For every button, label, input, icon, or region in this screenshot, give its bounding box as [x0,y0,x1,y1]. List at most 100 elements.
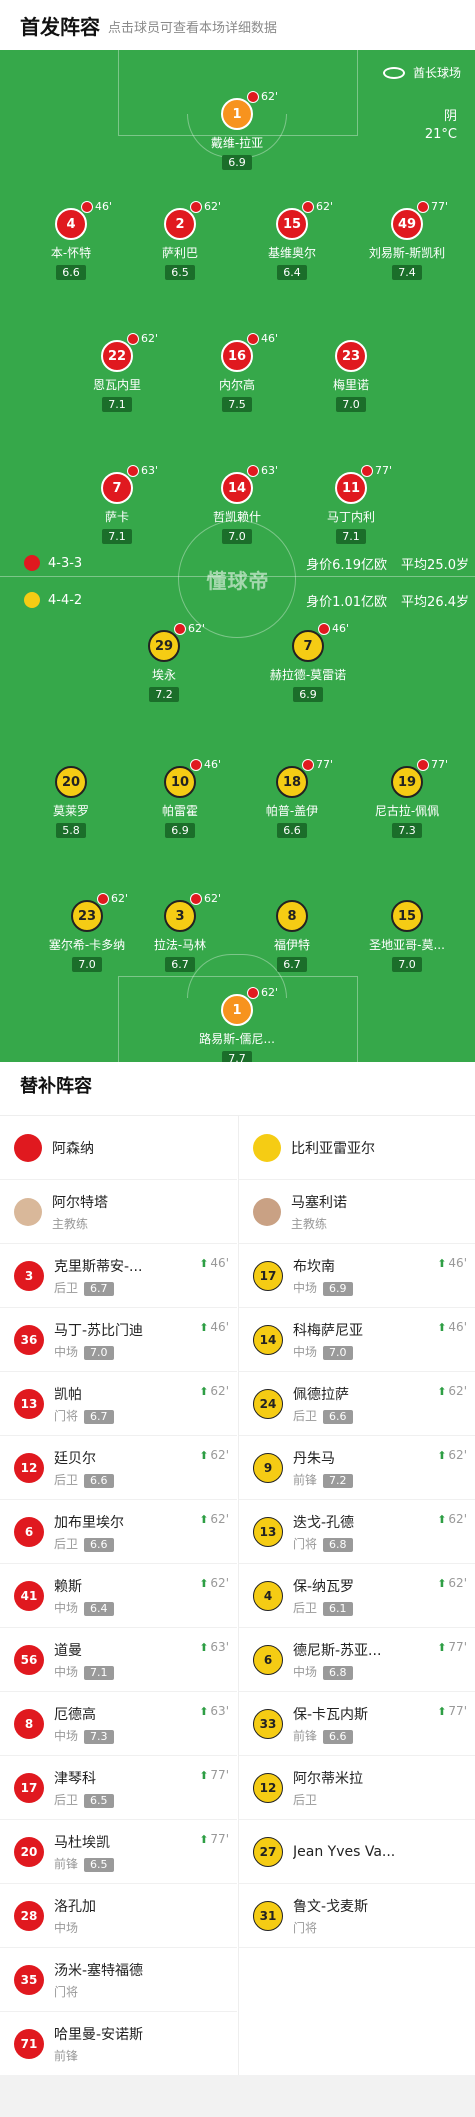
pitch-player[interactable]: 1 62' 戴维-拉亚 6.9 [187,90,287,170]
home-team-row[interactable]: 阿森纳 [0,1116,237,1180]
sub-off-icon [190,200,202,213]
sub-on-indicator: ⬆ 77' [437,1704,467,1718]
player-name: 梅里诺 [332,378,369,392]
pitch-player[interactable]: 23 梅里诺 7.0 [301,340,401,412]
sub-player-row[interactable]: 6 德尼斯-苏亚... 中场 6.8 ⬆ 77' [239,1628,475,1692]
pitch-player[interactable]: 20 莫莱罗 5.8 [21,766,121,838]
away-team-row[interactable]: 比利亚雷亚尔 [239,1116,475,1180]
sub-player-row[interactable]: 17 津琴科 后卫 6.5 ⬆ 77' [0,1756,237,1820]
pitch-player[interactable]: 11 77' 马丁内利 7.1 [301,464,401,544]
sub-off-icon [247,332,259,345]
sub-player-row[interactable]: 36 马丁-苏比门迪 中场 7.0 ⬆ 46' [0,1308,237,1372]
sub-rating: 7.0 [323,1345,353,1360]
sub-name: 佩德拉萨 [293,1386,349,1403]
sub-player-row[interactable]: 13 迭戈-孔德 门将 6.8 ⬆ 62' [239,1500,475,1564]
sub-player-row[interactable]: 28 洛孔加 中场 [0,1884,237,1948]
pitch-player[interactable]: 22 62' 恩瓦内里 7.1 [67,332,167,412]
pitch-player[interactable]: 49 77' 刘易斯-斯凯利 7.4 [357,200,457,280]
sub-name: 马丁-苏比门迪 [54,1322,144,1339]
sub-position: 门将 [54,1408,79,1423]
sub-position: 后卫 [293,1792,318,1807]
pitch-player[interactable]: 14 63' 哲凯赖什 7.0 [187,464,287,544]
sub-position: 中场 [54,1920,79,1935]
sub-player-row[interactable]: 12 廷贝尔 后卫 6.6 ⬆ 62' [0,1436,237,1500]
sub-player-row[interactable]: 27 Jean Yves Va... [239,1820,475,1884]
sub-off-icon [127,464,139,477]
sub-player-row[interactable]: 33 保-卡瓦内斯 前锋 6.6 ⬆ 77' [239,1692,475,1756]
sub-player-row[interactable]: 9 丹朱马 前锋 7.2 ⬆ 62' [239,1436,475,1500]
sub-minute: 63' [261,464,279,477]
sub-rating: 7.3 [84,1729,114,1744]
sub-player-row[interactable]: 12 阿尔蒂米拉 后卫 [239,1756,475,1820]
sub-minute: 62' [261,90,279,103]
sub-rating: 6.6 [84,1473,114,1488]
sub-rating: 6.6 [323,1409,353,1424]
sub-rating: 6.1 [323,1601,353,1616]
pitch-player[interactable]: 15 62' 基维奥尔 6.4 [242,200,342,280]
pitch-player[interactable]: 23 62' 塞尔希-卡多纳 7.0 [37,892,137,972]
sub-player-row[interactable]: 24 佩德拉萨 后卫 6.6 ⬆ 62' [239,1372,475,1436]
away-coach-row[interactable]: 马塞利诺 主教练 [239,1180,475,1244]
sub-on-icon: ⬆ [437,1576,447,1590]
stadium-name: 酋长球场 [412,66,461,80]
sub-player-row[interactable]: 71 哈里曼-安诺斯 前锋 [0,2012,237,2076]
sub-player-row[interactable]: 56 道曼 中场 7.1 ⬆ 63' [0,1628,237,1692]
sub-position: 门将 [54,1984,79,1999]
sub-player-row[interactable]: 41 赖斯 中场 6.4 ⬆ 62' [0,1564,237,1628]
sub-number: 56 [14,1644,44,1675]
sub-player-row[interactable]: 8 厄德高 中场 7.3 ⬆ 63' [0,1692,237,1756]
sub-player-row[interactable]: 35 汤米-塞特福德 门将 [0,1948,237,2012]
sub-indicator: 63' [127,464,158,477]
sub-number: 27 [253,1836,283,1867]
sub-player-row[interactable]: 13 凯帕 门将 6.7 ⬆ 62' [0,1372,237,1436]
sub-minute: 77' [375,464,393,477]
sub-player-row[interactable]: 14 科梅萨尼亚 中场 7.0 ⬆ 46' [239,1308,475,1372]
footer-space [0,2075,475,2117]
sub-position: 中场 [293,1344,318,1359]
pitch-player[interactable]: 2 62' 萨利巴 6.5 [130,200,230,280]
sub-number: 71 [14,2028,44,2059]
sub-rating: 6.8 [323,1537,353,1552]
pitch-player[interactable]: 29 62' 埃永 7.2 [114,622,214,702]
sub-position: 后卫 [293,1408,318,1423]
pitch-player[interactable]: 1 62' 路易斯-儒尼... 7.7 [187,986,287,1062]
sub-player-row[interactable]: 31 鲁文-戈麦斯 门将 [239,1884,475,1948]
page-title: 首发阵容 [20,14,100,39]
home-coach-row[interactable]: 阿尔特塔 主教练 [0,1180,237,1244]
pitch-player[interactable]: 15 圣地亚哥-莫... 7.0 [357,900,457,972]
player-rating: 7.7 [222,1051,252,1062]
pitch-player[interactable]: 3 62' 拉法-马林 6.7 [130,892,230,972]
pitch-player[interactable]: 8 福伊特 6.7 [242,900,342,972]
player-name: 恩瓦内里 [92,378,141,392]
home-team-name: 阿森纳 [52,1140,94,1157]
pitch-player[interactable]: 7 63' 萨卡 7.1 [67,464,167,544]
sub-indicator: 62' [247,986,278,999]
sub-on-icon: ⬆ [199,1768,209,1782]
sub-player-row[interactable]: 4 保-纳瓦罗 后卫 6.1 ⬆ 62' [239,1564,475,1628]
sub-indicator: 46' [190,758,221,771]
sub-player-row[interactable]: 17 布坎南 中场 6.9 ⬆ 46' [239,1244,475,1308]
sub-minute: 46' [261,332,279,345]
sub-player-row[interactable]: 6 加布里埃尔 后卫 6.6 ⬆ 62' [0,1500,237,1564]
pitch-player[interactable]: 10 46' 帕雷霍 6.9 [130,758,230,838]
sub-minute: 46' [95,200,113,213]
sub-player-row[interactable]: 3 克里斯蒂安-... 后卫 6.7 ⬆ 46' [0,1244,237,1308]
player-name: 帕雷霍 [161,804,198,818]
sub-on-icon: ⬆ [437,1512,447,1526]
sub-name: 廷贝尔 [54,1450,96,1467]
away-team-info: 4-4-2 身价1.01亿欧 平均26.4岁 [24,590,469,610]
pitch-player[interactable]: 4 46' 本-怀特 6.6 [21,200,121,280]
player-name: 戴维-拉亚 [210,136,264,150]
pitch-player[interactable]: 7 46' 赫拉德-莫雷诺 6.9 [258,622,358,702]
sub-player-row[interactable]: 20 马杜埃凯 前锋 6.5 ⬆ 77' [0,1820,237,1884]
sub-on-indicator: ⬆ 77' [437,1640,467,1654]
sub-number: 3 [14,1260,44,1291]
away-formation: 4-4-2 [48,592,83,608]
player-rating: 7.0 [222,529,252,544]
sub-on-icon: ⬆ [199,1832,209,1846]
pitch-player[interactable]: 16 46' 内尔高 7.5 [187,332,287,412]
pitch-player[interactable]: 18 77' 帕普-盖伊 6.6 [242,758,342,838]
sub-rating: 6.7 [84,1281,114,1296]
pitch-player[interactable]: 19 77' 尼古拉-佩佩 7.3 [357,758,457,838]
player-name: 萨利巴 [161,246,198,260]
